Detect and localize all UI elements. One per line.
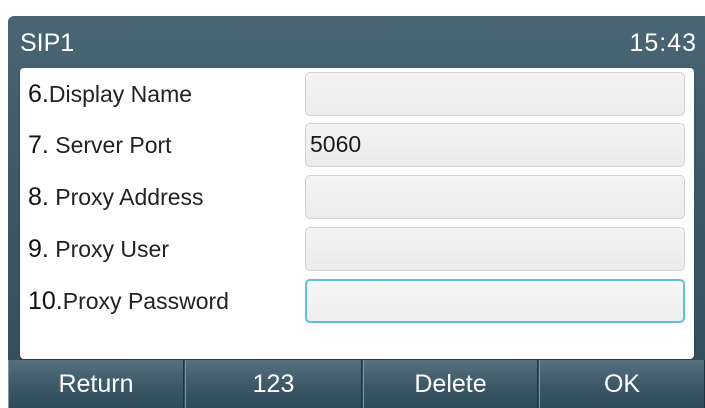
delete-button[interactable]: Delete [363,360,538,408]
proxy-address-label: 8. Proxy Address [28,183,204,212]
row-number: 7. [28,131,49,159]
row-number: 8. [28,183,49,211]
form-row-proxy-password[interactable]: 10.Proxy Password [20,275,694,328]
proxy-address-field[interactable] [305,175,685,219]
row-label: Proxy Address [55,184,204,210]
proxy-user-field[interactable] [305,227,685,271]
row-label: Display Name [48,81,193,107]
display-name-field[interactable] [305,72,685,116]
row-label: Proxy User [55,236,169,262]
row-number: 6. [28,80,49,108]
account-title: SIP1 [20,29,75,57]
clock: 15:43 [629,29,697,57]
display-name-label: 6.Display Name [28,80,192,109]
form-row-proxy-user[interactable]: 9. Proxy User [20,223,694,276]
phone-screen: SIP1 15:43 6.Display Name 7. Server Port… [8,16,705,408]
return-button[interactable]: Return [8,360,184,408]
settings-form: 6.Display Name 7. Server Port 5060 8. Pr… [20,68,694,359]
input-mode-button[interactable]: 123 [185,360,362,408]
proxy-password-label: 10.Proxy Password [28,287,229,316]
proxy-password-field[interactable] [305,279,685,323]
softkey-bar: Return 123 Delete OK [8,360,705,408]
proxy-user-label: 9. Proxy User [28,235,169,264]
form-row-proxy-address[interactable]: 8. Proxy Address [20,171,694,224]
server-port-field[interactable]: 5060 [305,123,685,167]
row-number: 10. [28,287,63,315]
row-label: Server Port [55,132,172,158]
form-row-display-name[interactable]: 6.Display Name [20,68,694,121]
server-port-label: 7. Server Port [28,131,172,160]
row-number: 9. [28,235,49,263]
row-label: Proxy Password [62,288,229,314]
title-bar: SIP1 15:43 [8,16,705,68]
ok-button[interactable]: OK [539,360,705,408]
form-row-server-port[interactable]: 7. Server Port 5060 [20,119,694,172]
